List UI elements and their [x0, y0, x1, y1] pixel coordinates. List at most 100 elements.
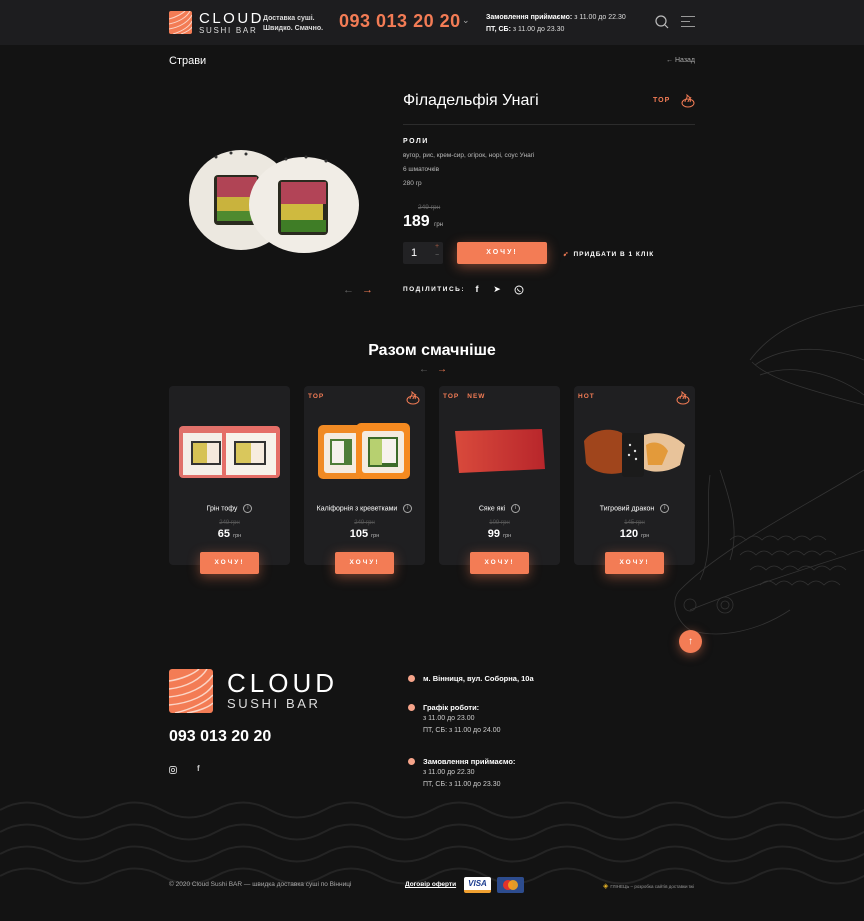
- facebook-icon[interactable]: f: [197, 764, 200, 773]
- badge-hot: HOT: [578, 393, 595, 400]
- product-image: [318, 423, 410, 479]
- minus-icon[interactable]: −: [435, 252, 439, 259]
- tagline-line-1: Доставка суші.: [263, 15, 315, 22]
- viber-icon[interactable]: [514, 285, 524, 295]
- old-price: 249 грн: [418, 204, 441, 211]
- card-price: 120 грн: [574, 528, 695, 540]
- arrow-left-icon[interactable]: ←: [419, 364, 429, 375]
- scroll-to-top-button[interactable]: ↑: [679, 630, 702, 653]
- card-name: Тигровий дракон i: [574, 504, 695, 513]
- logo-icon[interactable]: [169, 11, 192, 34]
- bullet-dot: [408, 758, 415, 765]
- page-title: Страви: [169, 55, 207, 67]
- hours-label: Замовлення приймаємо:: [486, 14, 573, 21]
- footer-address: м. Вінниця, вул. Соборна, 10а: [423, 674, 534, 683]
- one-click-buy-link[interactable]: ➹ ПРИДБАТИ В 1 КЛІК: [563, 250, 654, 258]
- spicy-flame-icon: [676, 391, 690, 405]
- card-buy-button[interactable]: ХОЧУ!: [200, 552, 259, 574]
- card-name: Каліфорнія з креветками i: [304, 504, 425, 513]
- card-buy-button[interactable]: ХОЧУ!: [335, 552, 394, 574]
- arrow-left-icon[interactable]: ←: [343, 284, 354, 296]
- header-hours: Замовлення приймаємо: з 11.00 до 22.30 П…: [486, 12, 626, 36]
- card-price: 105 грн: [304, 528, 425, 540]
- card-old-price: 249 грн: [219, 520, 240, 526]
- card-buy-button[interactable]: ХОЧУ!: [470, 552, 529, 574]
- one-click-label: ПРИДБАТИ В 1 КЛІК: [573, 251, 655, 258]
- hours-weekday: з 11.00 до 22.30: [574, 14, 626, 21]
- buy-button[interactable]: ХОЧУ!: [457, 242, 547, 264]
- footer-logo-icon[interactable]: [169, 669, 213, 713]
- quantity-value[interactable]: 1: [411, 247, 417, 259]
- related-carousel-arrows: ← →: [419, 364, 447, 375]
- card-price-currency: грн: [641, 533, 650, 539]
- logo-title[interactable]: CLOUD: [199, 10, 264, 27]
- developer-credit[interactable]: ◈ ГЛІНЕЦЬ – розробка сайтів доставки їжі: [603, 882, 694, 890]
- hours-weekend-label: ПТ, СБ:: [486, 26, 511, 33]
- instagram-icon[interactable]: [169, 766, 177, 774]
- tagline: Доставка суші. Швидко. Смачно.: [263, 14, 323, 34]
- site-header: CLOUD SUSHI BAR Доставка суші. Швидко. С…: [0, 0, 864, 45]
- product-badge: TOP: [653, 97, 671, 104]
- orders-title: Замовлення приймаємо:: [423, 757, 516, 766]
- product-weight: 280 гр: [403, 180, 422, 187]
- card-name-text: Тигровий дракон: [599, 505, 655, 513]
- copyright: © 2020 Cloud Sushi BAR — швидка доставка…: [169, 881, 352, 888]
- orders-weekday: з 11.00 до 22.30: [423, 769, 475, 776]
- info-icon[interactable]: i: [660, 504, 670, 513]
- search-icon[interactable]: [655, 15, 669, 29]
- card-price: 99 грн: [439, 528, 560, 540]
- card-buy-button[interactable]: ХОЧУ!: [605, 552, 664, 574]
- arrow-right-icon[interactable]: →: [437, 364, 447, 375]
- badge-top: TOP: [443, 393, 460, 400]
- tagline-line-2: Швидко. Смачно.: [263, 25, 324, 32]
- waves-decoration: [0, 801, 864, 885]
- card-price-value: 105: [349, 528, 369, 540]
- info-icon[interactable]: i: [403, 504, 413, 513]
- product-card[interactable]: TOP NEW Сяке які i 109 грн 99 грн ХОЧУ!: [439, 386, 560, 574]
- share-label: ПОДІЛИТИСЬ:: [403, 286, 465, 293]
- footer-phone[interactable]: 093 013 20 20: [169, 728, 271, 746]
- product-image: [189, 150, 359, 253]
- offer-agreement-link[interactable]: Договір оферти: [405, 881, 456, 888]
- footer-logo-subtitle[interactable]: SUSHI BAR: [227, 696, 320, 711]
- bullet-dot: [408, 704, 415, 711]
- card-price-value: 120: [619, 528, 639, 540]
- price-value: 189: [403, 213, 430, 230]
- header-phone[interactable]: 093 013 20 20: [339, 11, 461, 32]
- card-price-value: 99: [487, 528, 501, 540]
- product-image: [584, 429, 685, 477]
- price-currency: грн: [434, 222, 443, 228]
- product-pieces: 6 шматочків: [403, 166, 440, 173]
- card-name: Сяке які i: [439, 504, 560, 513]
- card-price-currency: грн: [233, 533, 242, 539]
- product-image: [455, 429, 545, 473]
- menu-icon[interactable]: [681, 16, 695, 28]
- product-card[interactable]: HOT Тигровий дракон i 145 грн 120 грн ХОЧ…: [574, 386, 695, 574]
- facebook-icon[interactable]: f: [472, 284, 482, 294]
- product-card[interactable]: TOP Каліфорнія з креветками i 249 грн 105…: [304, 386, 425, 574]
- info-icon[interactable]: i: [511, 504, 521, 513]
- chevron-down-icon[interactable]: ⌄: [462, 15, 470, 26]
- arrow-right-icon[interactable]: →: [362, 284, 373, 296]
- quantity-stepper[interactable]: 1 + −: [403, 242, 443, 264]
- schedule-weekday: з 11.00 до 23.00: [423, 715, 475, 722]
- card-old-price: 249 грн: [354, 520, 375, 526]
- cursor-click-icon: ➹: [563, 251, 570, 258]
- card-price: 65 грн: [169, 528, 290, 540]
- telegram-icon[interactable]: ➤: [492, 284, 502, 295]
- developer-logo-icon: ◈: [603, 883, 609, 890]
- logo-subtitle[interactable]: SUSHI BAR: [199, 26, 257, 35]
- card-badges: TOP: [308, 393, 332, 400]
- info-icon[interactable]: i: [243, 504, 253, 513]
- product-card[interactable]: Грін тофу i 249 грн 65 грн ХОЧУ!: [169, 386, 290, 574]
- card-price-value: 65: [217, 528, 231, 540]
- plus-icon[interactable]: +: [435, 243, 439, 250]
- back-link[interactable]: ← Назад: [666, 57, 695, 64]
- badge-top: TOP: [308, 393, 325, 400]
- bullet-dot: [408, 675, 415, 682]
- visa-icon: VISA: [464, 877, 491, 893]
- badge-new: NEW: [467, 393, 486, 400]
- arrow-up-icon: ↑: [688, 636, 693, 647]
- spicy-flame-icon: [681, 94, 695, 108]
- footer-logo-title[interactable]: CLOUD: [227, 668, 338, 699]
